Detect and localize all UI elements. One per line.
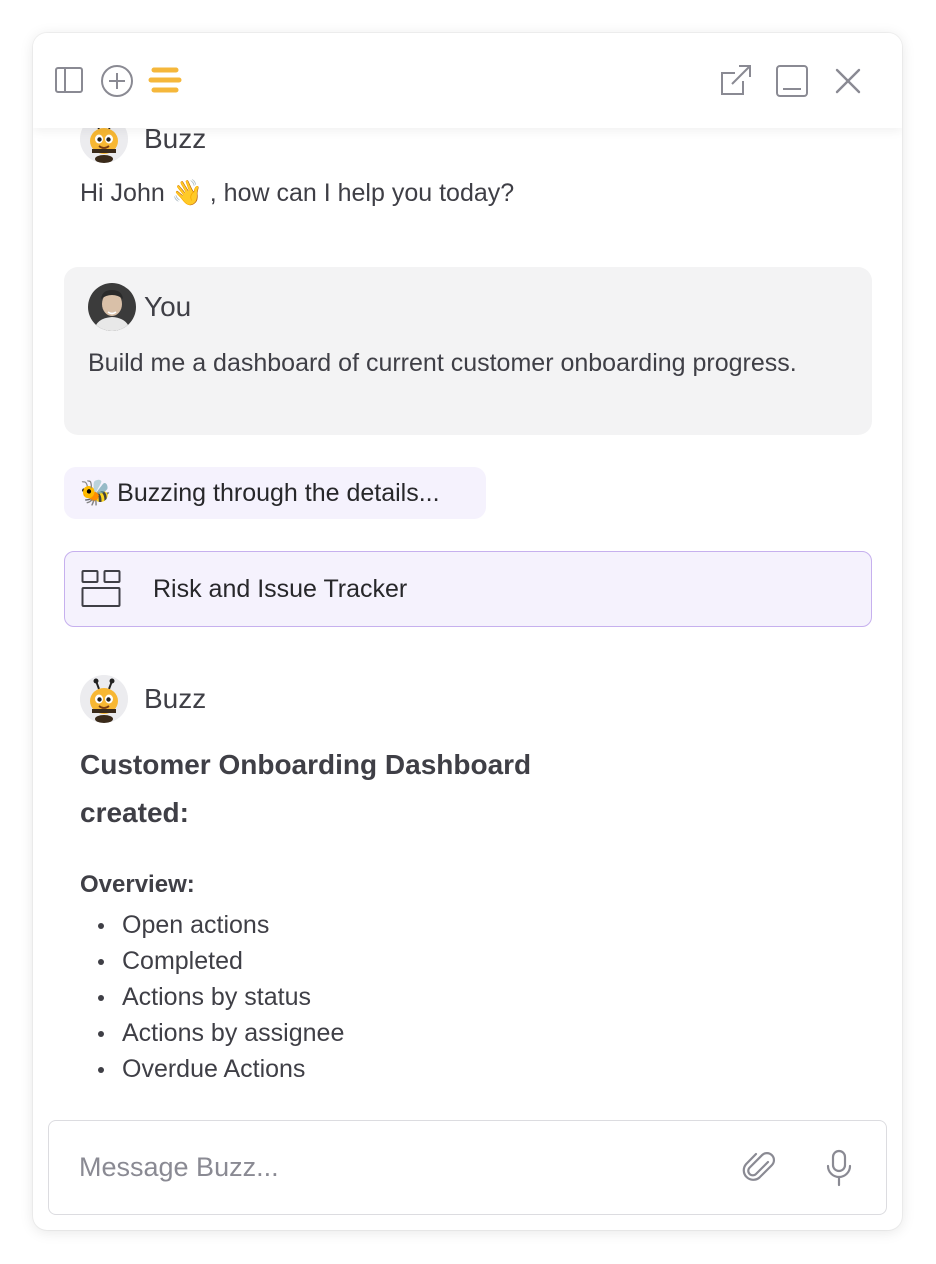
close-icon[interactable]	[834, 67, 862, 95]
list-item: Open actions	[80, 907, 344, 943]
thinking-status-text: Buzzing through the details...	[117, 478, 440, 507]
list-item: Completed	[80, 943, 344, 979]
bee-emoji-icon: 🐝	[80, 478, 112, 507]
list-item: Actions by assignee	[80, 1015, 344, 1051]
open-external-icon[interactable]	[719, 63, 753, 97]
buzz-bee-avatar-icon	[80, 675, 128, 723]
user-message-bubble: You Build me a dashboard of current cust…	[64, 267, 872, 435]
message-composer	[48, 1120, 887, 1215]
user-avatar	[88, 283, 136, 331]
new-chat-icon[interactable]	[100, 64, 134, 98]
user-sender-header: You	[88, 283, 191, 331]
user-name: You	[144, 291, 192, 322]
conversation-area[interactable]: Buzz Hi John 👋 , how can I help you toda…	[33, 33, 902, 1113]
overview-list: Open actions Completed Actions by status…	[80, 907, 344, 1087]
buzz-logo-icon[interactable]	[148, 66, 182, 94]
message-input[interactable]	[79, 1145, 699, 1189]
microphone-icon[interactable]	[824, 1148, 854, 1188]
list-item: Overdue Actions	[80, 1051, 344, 1087]
assistant-response-sender: Buzz	[80, 675, 206, 723]
response-title: Customer Onboarding Dashboard created:	[80, 749, 532, 828]
artifact-card-risk-tracker[interactable]: Risk and Issue Tracker	[64, 551, 872, 627]
artifact-label: Risk and Issue Tracker	[153, 574, 408, 603]
thinking-status-pill: 🐝 Buzzing through the details...	[64, 467, 486, 519]
list-item: Actions by status	[80, 979, 344, 1015]
sidebar-toggle-icon[interactable]	[54, 65, 84, 95]
chat-window: Buzz Hi John 👋 , how can I help you toda…	[33, 33, 902, 1230]
minimize-icon[interactable]	[775, 64, 809, 98]
overview-heading: Overview:	[80, 871, 195, 898]
assistant-name: Buzz	[144, 683, 207, 714]
chat-header	[33, 33, 902, 128]
paperclip-icon[interactable]	[741, 1148, 779, 1186]
user-message-text: Build me a dashboard of current customer…	[88, 349, 797, 377]
greeting-message: Hi John 👋 , how can I help you today?	[80, 179, 515, 207]
dashboard-layout-icon	[65, 569, 121, 609]
